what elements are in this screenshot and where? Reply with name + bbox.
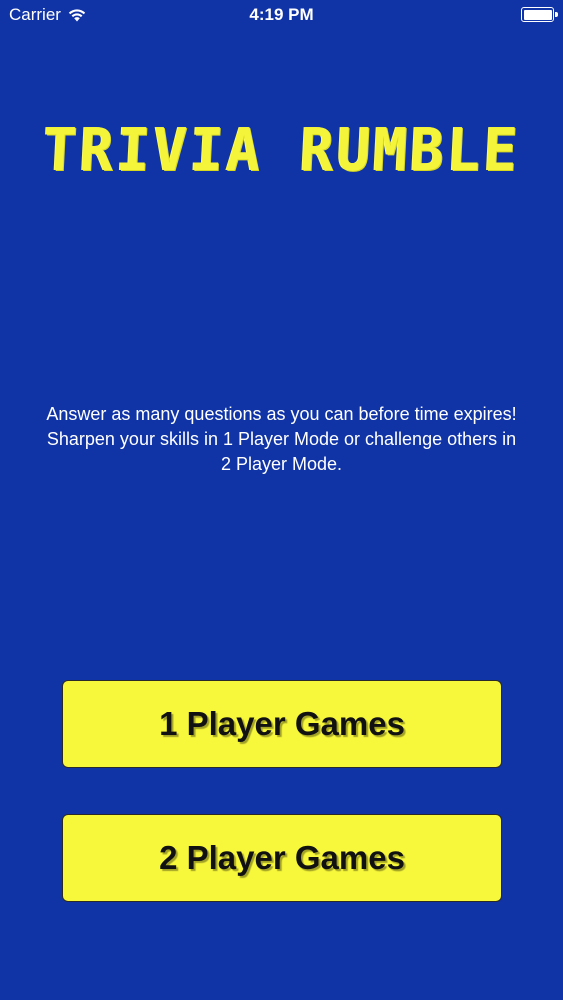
game-description: Answer as many questions as you can befo… — [46, 404, 517, 474]
app-title: TRIVIA RUMBLE — [41, 116, 522, 185]
status-time: 4:19 PM — [249, 5, 314, 24]
battery-icon — [521, 7, 558, 22]
two-player-games-button[interactable]: 2 Player Games — [62, 814, 502, 902]
status-bar: Carrier 4:19 PM — [0, 0, 563, 30]
one-player-games-button[interactable]: 1 Player Games — [62, 680, 502, 768]
